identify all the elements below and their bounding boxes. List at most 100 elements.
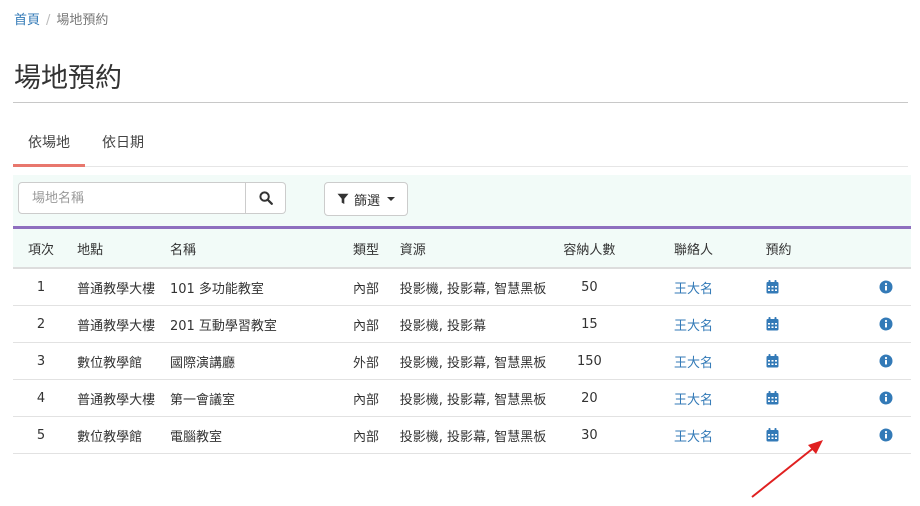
row-name: 101 多功能教室 [163,268,346,306]
calendar-icon [766,280,779,294]
row-resources: 投影機, 投影幕, 智慧黑板 [399,355,547,371]
row-contact-cell: 王大名 [623,305,753,343]
chevron-down-icon [387,197,395,201]
col-header-no: 項次 [13,227,70,269]
venue-info-button[interactable] [879,354,893,368]
row-contact-cell: 王大名 [623,268,753,306]
breadcrumb-separator: / [46,13,51,28]
col-header-info [832,227,911,269]
booking-calendar-button[interactable] [766,391,779,405]
view-tabs: 依場地 依日期 [13,124,908,167]
venue-info-button[interactable] [879,428,893,442]
table-body: 1 普通教學大樓 101 多功能教室 內部 投影機, 投影幕, 智慧黑板 50 王大名 2 普通… [13,268,911,454]
table-row[interactable]: 3 數位教學館 國際演講廳 外部 投影機, 投影幕, 智慧黑板 150 王大名 [13,342,911,380]
row-booking-cell [752,342,833,380]
row-location: 普通教學大樓 [69,305,164,343]
row-booking-cell [752,305,833,343]
col-header-booking: 預約 [752,227,833,269]
row-booking-cell [752,268,833,306]
venue-search-input[interactable] [18,182,246,214]
row-info-cell [832,305,911,343]
calendar-icon [766,391,779,405]
col-header-type: 類型 [345,227,392,269]
row-name: 第一會議室 [163,379,346,417]
row-contact-link[interactable]: 王大名 [674,393,713,408]
row-capacity: 30 [555,416,624,454]
row-contact-cell: 王大名 [623,342,753,380]
table-header-row: 項次 地點 名稱 類型 資源 容納人數 聯絡人 預約 [13,227,911,269]
row-location: 普通教學大樓 [69,379,164,417]
row-name: 國際演講廳 [163,342,346,380]
row-capacity: 15 [555,305,624,343]
venue-info-button[interactable] [879,280,893,294]
row-type: 外部 [345,342,392,380]
venue-info-button[interactable] [879,391,893,405]
row-type: 內部 [345,416,392,454]
filter-dropdown-button[interactable]: 篩選 [324,182,408,216]
row-type: 內部 [345,305,392,343]
table-row[interactable]: 5 數位教學館 電腦教室 內部 投影機, 投影幕, 智慧黑板 30 王大名 [13,416,911,454]
row-contact-link[interactable]: 王大名 [674,356,713,371]
booking-calendar-button[interactable] [766,428,779,442]
info-circle-icon [879,354,893,368]
booking-calendar-button[interactable] [766,317,779,331]
row-capacity: 50 [555,268,624,306]
row-type: 內部 [345,268,392,306]
row-no: 4 [13,379,70,417]
breadcrumb-current: 場地預約 [56,13,109,28]
calendar-icon [766,317,779,331]
row-location: 數位教學館 [69,416,164,454]
row-booking-cell [752,379,833,417]
row-capacity: 20 [555,379,624,417]
row-info-cell [832,379,911,417]
tab-by-venue[interactable]: 依場地 [13,124,85,167]
row-resources-cell: 投影機, 投影幕, 智慧黑板 [391,416,556,454]
col-header-resources: 資源 [391,227,556,269]
row-contact-cell: 王大名 [623,379,753,417]
search-toolbar: 篩選 [13,175,911,226]
search-button[interactable] [246,182,286,214]
col-header-location: 地點 [69,227,164,269]
row-name: 電腦教室 [163,416,346,454]
info-circle-icon [879,391,893,405]
table-row[interactable]: 1 普通教學大樓 101 多功能教室 內部 投影機, 投影幕, 智慧黑板 50 王大名 [13,268,911,306]
row-type: 內部 [345,379,392,417]
row-contact-link[interactable]: 王大名 [674,319,713,334]
page-title: 場地預約 [14,63,122,94]
row-resources-cell: 投影機, 投影幕, 智慧黑板 [391,342,556,380]
venue-table: 項次 地點 名稱 類型 資源 容納人數 聯絡人 預約 1 普通教學大樓 101 多功… [13,226,911,454]
col-header-name: 名稱 [163,227,346,269]
row-resources: 投影機, 投影幕, 智慧黑板 [399,281,547,297]
breadcrumb: 首頁 / 場地預約 [14,9,108,28]
row-resources: 投影機, 投影幕 [399,318,486,334]
row-contact-link[interactable]: 王大名 [674,430,713,445]
tab-by-date[interactable]: 依日期 [91,124,155,164]
row-info-cell [832,416,911,454]
breadcrumb-home-link[interactable]: 首頁 [14,13,40,28]
row-resources: 投影機, 投影幕, 智慧黑板 [399,392,547,408]
row-contact-link[interactable]: 王大名 [674,282,713,297]
title-divider [13,102,908,103]
table-row[interactable]: 2 普通教學大樓 201 互動學習教室 內部 投影機, 投影幕 15 王大名 [13,305,911,343]
col-header-capacity: 容納人數 [555,227,624,269]
filter-label: 篩選 [353,193,380,209]
row-no: 2 [13,305,70,343]
table-row[interactable]: 4 普通教學大樓 第一會議室 內部 投影機, 投影幕, 智慧黑板 20 王大名 [13,379,911,417]
row-name: 201 互動學習教室 [163,305,346,343]
row-booking-cell [752,416,833,454]
info-circle-icon [879,280,893,294]
calendar-icon [766,428,779,442]
row-location: 數位教學館 [69,342,164,380]
row-no: 1 [13,268,70,306]
venue-info-button[interactable] [879,317,893,331]
info-circle-icon [879,428,893,442]
row-resources-cell: 投影機, 投影幕, 智慧黑板 [391,379,556,417]
search-icon [258,191,273,205]
col-header-contact: 聯絡人 [623,227,753,269]
row-no: 3 [13,342,70,380]
booking-calendar-button[interactable] [766,280,779,294]
booking-calendar-button[interactable] [766,354,779,368]
row-no: 5 [13,416,70,454]
venue-table-container: 項次 地點 名稱 類型 資源 容納人數 聯絡人 預約 1 普通教學大樓 101 多功… [13,226,911,454]
row-resources-cell: 投影機, 投影幕, 智慧黑板 [391,268,556,306]
